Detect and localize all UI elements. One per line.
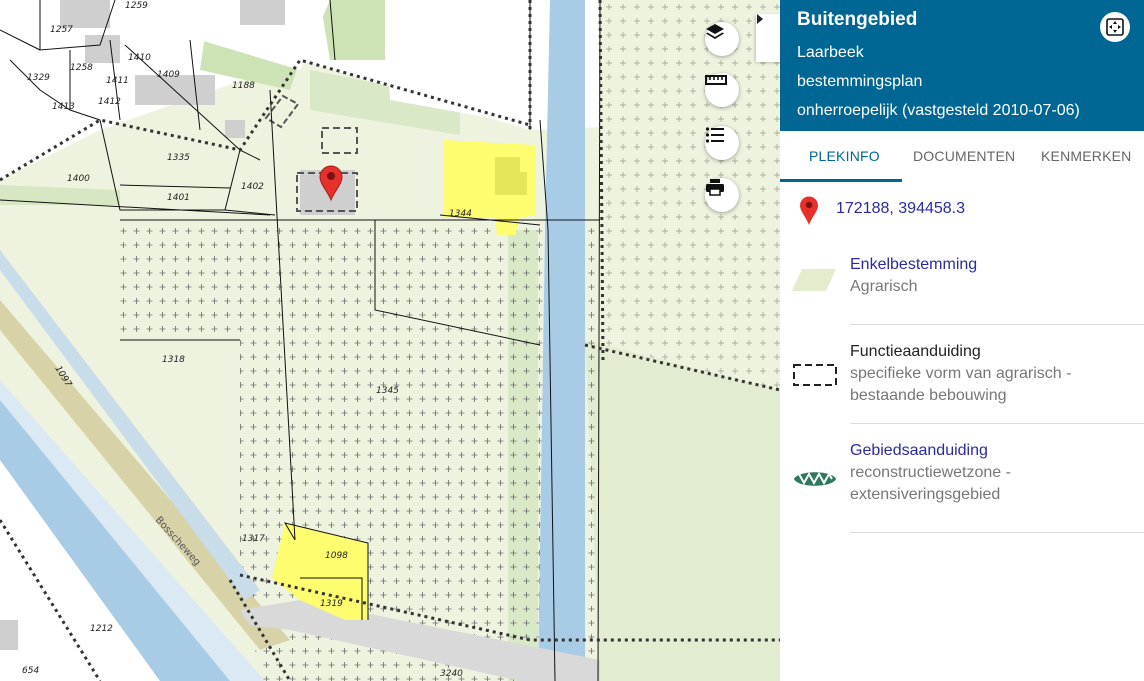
active-tab-indicator	[780, 179, 902, 182]
panel-tabs: PLEKINFO DOCUMENTEN KENMERKEN	[780, 131, 1144, 182]
location-pin-icon	[800, 196, 818, 225]
print-icon	[706, 179, 724, 196]
legend-gebiedsaanduiding: Gebiedsaanduiding reconstructiewetzone -…	[850, 440, 1011, 506]
parcel-label: 1345	[376, 386, 399, 396]
divider	[850, 324, 1144, 325]
parcel-label: 1401	[167, 193, 190, 203]
parcel-label: 1258	[70, 63, 93, 73]
ruler-icon	[705, 75, 727, 85]
parcel-label: 1318	[162, 355, 185, 365]
parcel-label: 1344	[449, 209, 472, 219]
divider	[850, 423, 1144, 424]
green-strip-east	[585, 340, 780, 681]
measure-button[interactable]	[705, 73, 739, 107]
parcel-label: 1098	[325, 551, 348, 561]
parcel-label: 1319	[320, 599, 343, 609]
parcel-label: 1400	[67, 174, 90, 184]
building	[60, 0, 110, 28]
building	[240, 0, 285, 25]
dashed-rectangle-icon	[793, 364, 837, 386]
legend-functieaanduiding: Functieaanduiding specifieke vorm van ag…	[850, 341, 1071, 407]
plan-status: onherroepelijk (vastgesteld 2010-07-06)	[797, 102, 1080, 119]
parcel-label: 1257	[50, 25, 73, 35]
print-button[interactable]	[705, 178, 739, 212]
collapse-panel-button[interactable]	[756, 14, 780, 62]
parcel-label: 1412	[98, 97, 121, 107]
legend-heading: Functieaanduiding	[850, 343, 981, 360]
building	[225, 120, 245, 138]
list-icon	[705, 127, 724, 143]
legend-heading[interactable]: Gebiedsaanduiding	[850, 440, 1011, 462]
parcel-label: 1410	[128, 53, 151, 63]
legend-description: extensiveringsgebied	[850, 486, 1001, 503]
parcel-label: 1411	[106, 76, 129, 86]
building	[85, 35, 120, 63]
green-patch	[320, 0, 385, 60]
parcel-label: 1409	[157, 70, 180, 80]
legend-description: bestaande bebouwing	[850, 387, 1007, 404]
building	[0, 620, 18, 650]
info-panel: Buitengebied Laarbeek bestemmingsplan on…	[780, 0, 1144, 681]
legend-description: reconstructiewetzone -	[850, 464, 1011, 481]
plan-title: Buitengebied	[797, 9, 918, 30]
parcel-label: 1329	[27, 73, 50, 83]
tab-kenmerken[interactable]: KENMERKEN	[1041, 148, 1131, 164]
legend-heading[interactable]: Enkelbestemming	[850, 254, 977, 276]
fullscreen-icon	[1106, 18, 1124, 36]
parcel-label: 1317	[242, 534, 265, 544]
map-canvas[interactable]: 1259 1257 1258 1410 1409 1329 1411 1413 …	[0, 0, 780, 681]
layers-button[interactable]	[705, 22, 739, 56]
fullscreen-button[interactable]	[1100, 12, 1130, 42]
panel-header: Buitengebied Laarbeek bestemmingsplan on…	[780, 0, 1144, 131]
plan-type: bestemmingsplan	[797, 73, 923, 90]
municipality: Laarbeek	[797, 44, 864, 61]
parcel-label: 1259	[125, 1, 148, 11]
legend-description: specifieke vorm van agrarisch -	[850, 365, 1072, 382]
agricultural-zone-icon	[792, 269, 836, 291]
parcel-label: 1413	[52, 102, 75, 112]
coordinates-link[interactable]: 172188, 394458.3	[836, 200, 965, 218]
parcel-label: 1188	[232, 81, 255, 91]
legend-description: Agrarisch	[850, 278, 918, 295]
map-view[interactable]: 1259 1257 1258 1410 1409 1329 1411 1413 …	[0, 0, 780, 681]
parcel-label: 654	[22, 666, 39, 676]
tab-documenten[interactable]: DOCUMENTEN	[913, 148, 1015, 164]
tab-plekinfo[interactable]: PLEKINFO	[809, 148, 880, 164]
divider	[850, 532, 1144, 533]
chevron-right-icon	[757, 14, 763, 24]
legend-enkelbestemming: Enkelbestemming Agrarisch	[850, 254, 977, 298]
parcel-label: 1335	[167, 153, 190, 163]
layers-icon	[706, 24, 724, 39]
parcel-label: 3240	[440, 669, 463, 679]
parcel-label: 1402	[241, 182, 264, 192]
parcel-label: 1212	[90, 624, 113, 634]
zigzag-band-icon	[794, 471, 836, 486]
canal-east	[538, 0, 585, 681]
legend-button[interactable]	[705, 126, 739, 160]
